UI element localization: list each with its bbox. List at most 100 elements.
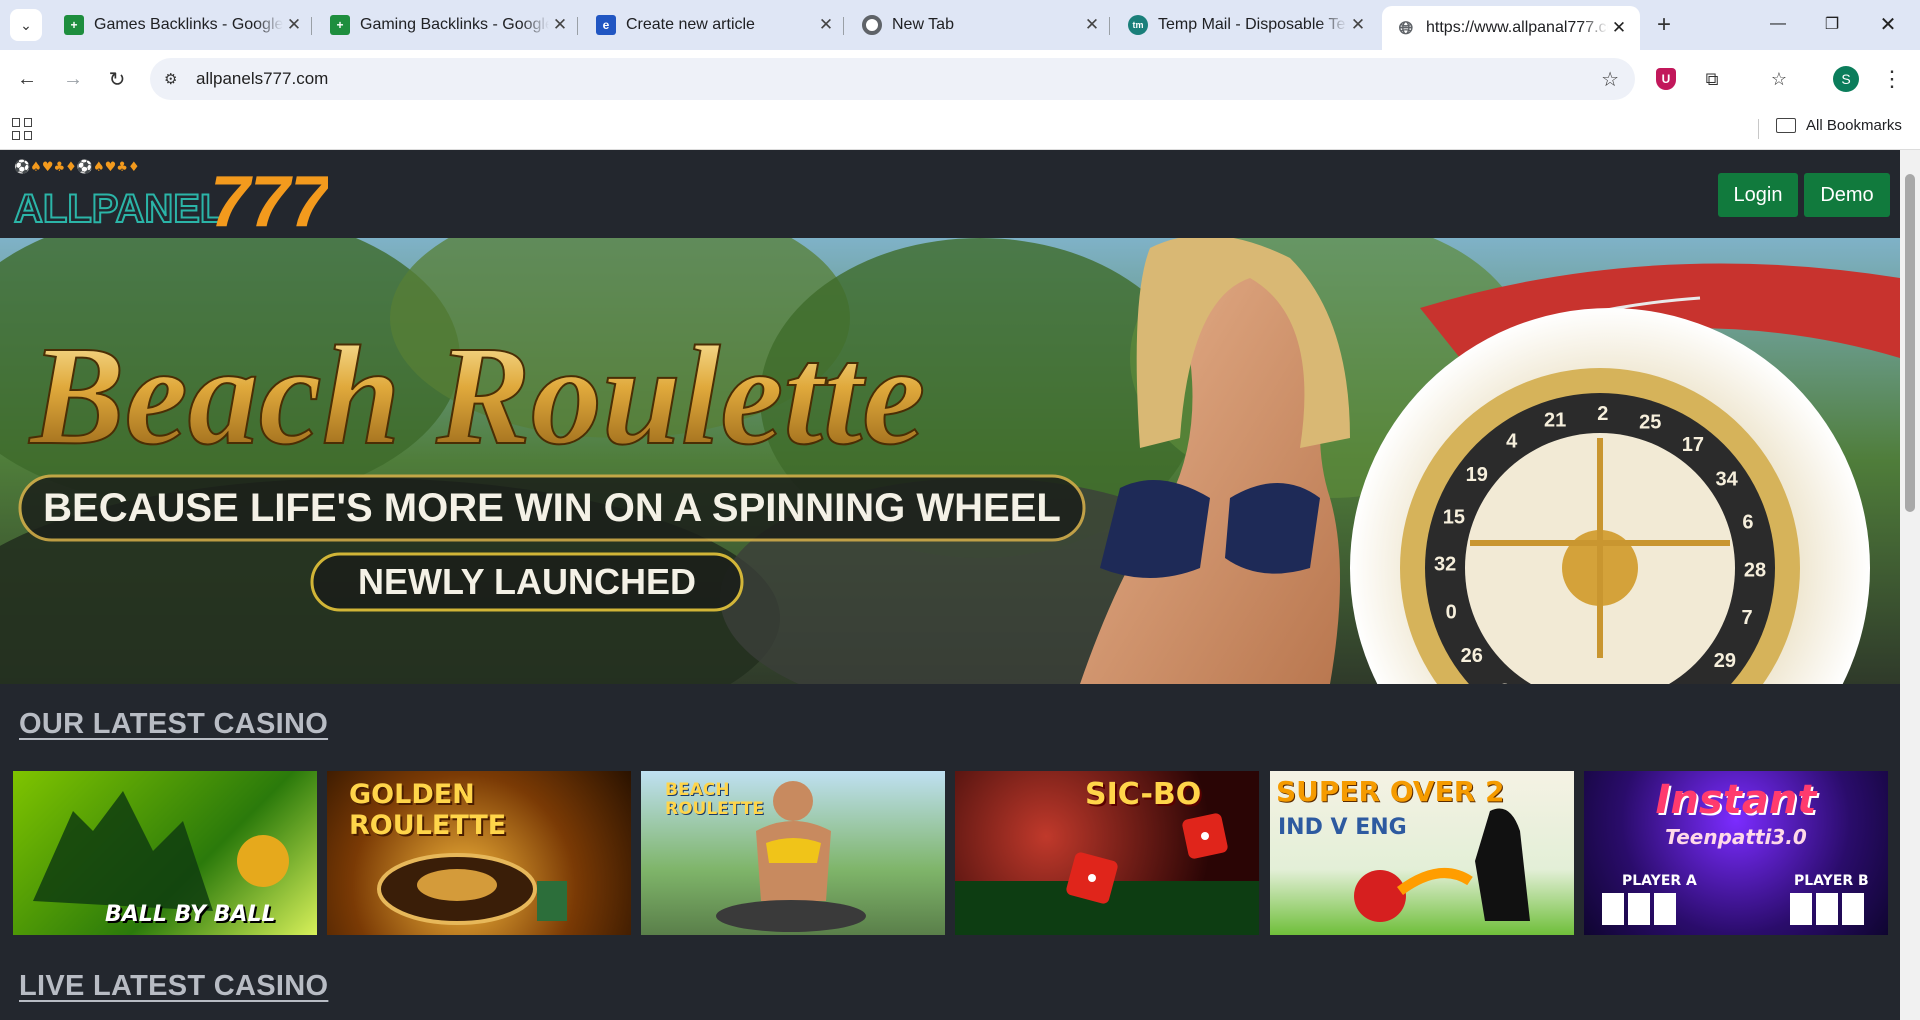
tab-separator <box>1109 17 1110 35</box>
back-button[interactable]: ← <box>10 62 44 96</box>
logo-text: ALLPANEL <box>14 187 224 230</box>
folder-icon <box>1776 118 1796 133</box>
logo-number: 777 <box>210 162 328 230</box>
arrow-right-icon: → <box>63 67 83 90</box>
new-tab-button[interactable]: + <box>1650 11 1678 39</box>
puzzle-icon: ⧉ <box>1705 68 1719 89</box>
url-text[interactable]: allpanels777.com <box>196 69 328 89</box>
profile-button[interactable]: S <box>1830 63 1862 95</box>
tab-strip: ⌄ + Games Backlinks - Google ✕ + Gaming … <box>0 0 1920 50</box>
wheel-number: 3 <box>1499 680 1510 684</box>
wheel-number: 0 <box>1446 602 1457 624</box>
game-caption: BEACH ROULETTE <box>665 780 764 819</box>
page-scrollbar[interactable] <box>1900 150 1920 1020</box>
restore-icon: ❐ <box>1824 16 1840 33</box>
avatar: S <box>1833 66 1859 92</box>
tab-allpanel[interactable]: 🌐︎ https://www.allpanal777.co ✕ <box>1382 6 1640 50</box>
arrow-left-icon: ← <box>17 67 37 90</box>
close-icon[interactable]: ✕ <box>549 14 571 36</box>
wheel-number: 25 <box>1639 411 1661 433</box>
wheel-number: 32 <box>1434 554 1456 576</box>
wheel-number: 15 <box>1443 506 1465 528</box>
bookmarks-manager-button[interactable]: ☆ <box>1763 63 1795 95</box>
scrollbar-thumb[interactable] <box>1905 174 1915 512</box>
site-header: ⚽♠♥♣♦⚽♠♥♣♦ ALLPANEL 777 Login Demo <box>0 150 1900 242</box>
wheel-number: 34 <box>1715 469 1738 491</box>
banner-artwork: 35326032151942122517346287291822 Beach R… <box>0 238 1900 684</box>
game-caption: BALL BY BALL <box>105 902 276 927</box>
address-bar[interactable]: ⚙︎ allpanels777.com ☆ <box>150 58 1635 100</box>
temp-mail-icon: tm <box>1128 15 1148 35</box>
section-title-our-latest-casino: OUR LATEST CASINO <box>19 708 329 740</box>
reload-button[interactable]: ↻ <box>100 62 134 96</box>
tab-search-button[interactable]: ⌄ <box>10 9 42 41</box>
game-caption: SUPER OVER 2 <box>1276 775 1505 808</box>
tab-create-article[interactable]: e Create new article ✕ <box>582 8 847 42</box>
tab-gaming-backlinks[interactable]: + Gaming Backlinks - Google ✕ <box>316 8 581 42</box>
site-logo[interactable]: ⚽♠♥♣♦⚽♠♥♣♦ ALLPANEL 777 <box>12 158 333 242</box>
section-title-live-latest-casino: LIVE LATEST CASINO <box>19 970 329 1002</box>
apps-grid-icon[interactable] <box>12 118 34 140</box>
forward-button[interactable]: → <box>56 62 90 96</box>
wheel-number: 19 <box>1466 464 1488 486</box>
tab-title: Temp Mail - Disposable Te <box>1158 16 1346 33</box>
game-card-sic-bo[interactable]: SIC-BO <box>955 771 1259 935</box>
game-card-beach-roulette[interactable]: BEACH ROULETTE <box>641 771 945 935</box>
close-icon[interactable]: ✕ <box>1608 17 1630 39</box>
close-window-button[interactable]: ✕ <box>1862 6 1914 42</box>
game-caption: GOLDEN ROULETTE <box>349 779 507 841</box>
wheel-number: 17 <box>1682 434 1704 456</box>
wheel-number: 28 <box>1744 559 1766 581</box>
wheel-number: 29 <box>1714 650 1736 672</box>
restore-button[interactable]: ❐ <box>1806 6 1858 42</box>
close-icon[interactable]: ✕ <box>1081 14 1103 36</box>
all-bookmarks-button[interactable]: All Bookmarks <box>1776 117 1902 134</box>
minimize-button[interactable]: — <box>1752 6 1804 42</box>
chevron-down-icon: ⌄ <box>20 16 32 33</box>
sports-icons: ⚽♠♥♣♦⚽♠♥♣♦ <box>13 159 140 175</box>
hero-banner[interactable]: 35326032151942122517346287291822 Beach R… <box>0 238 1900 684</box>
wheel-number: 2 <box>1597 403 1608 425</box>
close-icon[interactable]: ✕ <box>815 14 837 36</box>
site-info-icon[interactable]: ⚙︎ <box>164 70 184 88</box>
game-card-super-over-2[interactable]: SUPER OVER 2 IND V ENG <box>1270 771 1574 935</box>
tab-new-tab[interactable]: New Tab ✕ <box>848 8 1113 42</box>
tab-separator <box>311 17 312 35</box>
logo-graphic: ⚽♠♥♣♦⚽♠♥♣♦ ALLPANEL 777 <box>13 159 333 242</box>
wheel-number: 7 <box>1742 607 1753 629</box>
banner-badge: NEWLY LAUNCHED <box>358 561 696 602</box>
menu-button[interactable]: ⋮ <box>1876 63 1908 95</box>
browser-chrome: ⌄ + Games Backlinks - Google ✕ + Gaming … <box>0 0 1920 150</box>
game-subcaption: IND V ENG <box>1278 815 1407 840</box>
playing-cards-graphic <box>1602 893 1864 925</box>
close-icon[interactable]: ✕ <box>283 14 305 36</box>
login-button[interactable]: Login <box>1718 173 1798 217</box>
game-caption: SIC-BO <box>1085 777 1202 812</box>
plus-icon: + <box>1656 11 1671 38</box>
game-card-golden-roulette[interactable]: GOLDEN ROULETTE <box>327 771 631 935</box>
close-icon[interactable]: ✕ <box>1347 14 1369 36</box>
tab-temp-mail[interactable]: tm Temp Mail - Disposable Te ✕ <box>1114 8 1379 42</box>
chrome-icon <box>862 15 882 35</box>
tab-title: New Tab <box>892 16 954 33</box>
page-content: ⚽♠♥♣♦⚽♠♥♣♦ ALLPANEL 777 Login Demo 26 0 … <box>0 150 1920 1020</box>
google-sheets-icon: + <box>330 15 350 35</box>
tab-separator <box>577 17 578 35</box>
tab-separator <box>843 17 844 35</box>
wheel-number: 21 <box>1544 410 1566 432</box>
more-vert-icon: ⋮ <box>1881 66 1903 91</box>
demo-button[interactable]: Demo <box>1804 173 1890 217</box>
game-card-ball-by-ball[interactable]: BALL BY BALL <box>13 771 317 935</box>
banner-tagline: BECAUSE LIFE'S MORE WIN ON A SPINNING WH… <box>43 486 1061 530</box>
bookmarks-bar: All Bookmarks <box>0 108 1920 150</box>
ublock-extension-button[interactable]: U <box>1650 63 1682 95</box>
close-icon: ✕ <box>1879 13 1897 36</box>
extensions-button[interactable]: ⧉ <box>1696 63 1728 95</box>
shield-icon: U <box>1656 68 1676 90</box>
tab-games-backlinks[interactable]: + Games Backlinks - Google ✕ <box>50 8 315 42</box>
article-icon: e <box>596 15 616 35</box>
bookmark-star-icon[interactable]: ☆ <box>1601 67 1619 92</box>
tab-title: Gaming Backlinks - Google <box>360 16 549 33</box>
tab-title: Games Backlinks - Google <box>94 16 283 33</box>
game-card-instant-teenpatti[interactable]: Instant Teenpatti3.0 PLAYER A PLAYER B <box>1584 771 1888 935</box>
